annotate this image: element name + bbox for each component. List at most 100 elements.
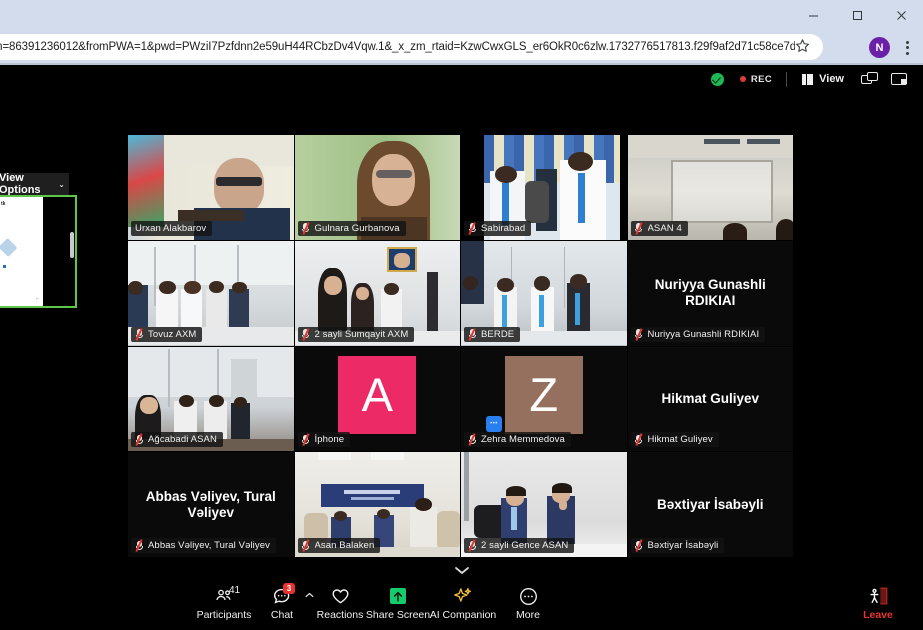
participant-name-badge: BERDE: [464, 326, 521, 342]
leave-door-icon: [867, 586, 889, 606]
participant-tile[interactable]: ASAN 4: [627, 135, 793, 240]
participant-tile[interactable]: Bəxtiyar İsabəyli Bəxtiyar İsabəyli: [627, 452, 793, 557]
mic-muted-icon: [468, 221, 477, 235]
participant-name-badge: Bəxtiyar İsabəyli: [630, 538, 725, 553]
share-screen-label: Share Screen: [365, 609, 431, 621]
participant-tile[interactable]: Urxan Alakbarov: [128, 135, 294, 240]
more-label: More: [516, 609, 540, 621]
browser-titlebar: [0, 0, 923, 30]
mic-muted-icon: [468, 539, 477, 552]
participant-name-badge: Gulnara Gurbanova: [297, 220, 406, 236]
reactions-button[interactable]: Reactions: [311, 586, 369, 621]
avatar-initial: A: [338, 355, 417, 434]
ai-companion-button[interactable]: AI Companion: [427, 586, 499, 621]
collapse-grid-chevron-icon[interactable]: [0, 562, 923, 578]
address-bar[interactable]: 62676/join?omn=86391236012&fromPWA=1&pwd…: [0, 34, 823, 60]
leave-button[interactable]: Leave: [853, 586, 903, 621]
participant-tile[interactable]: Z Zehra Memmedova: [461, 346, 627, 452]
participant-name-badge: Tovuz AXM: [131, 326, 203, 342]
participant-name-badge: Hikmat Guliyev: [630, 432, 719, 448]
record-dot-icon: [739, 76, 746, 82]
participant-tile[interactable]: Sabirabad: [461, 135, 627, 240]
minimize-window-icon[interactable]: [861, 72, 879, 86]
participant-name-badge: ASAN 4: [630, 220, 688, 236]
participant-name: Zehra Memmedova: [481, 434, 565, 446]
participant-tile[interactable]: 2 sayli Sumqayit AXM: [294, 240, 460, 346]
view-options-label: View Options: [0, 172, 41, 196]
chevron-down-icon: ⌄: [58, 179, 65, 189]
participant-name: Sabirabad: [481, 222, 526, 234]
profile-avatar[interactable]: N: [869, 37, 890, 58]
shared-doc-dot: [3, 265, 6, 268]
participant-name-badge: Zehra Memmedova: [464, 432, 571, 448]
participant-display-name: Abbas Vəliyev, Tural Vəliyev: [145, 488, 276, 520]
participant-name-badge: Sabirabad: [464, 220, 532, 236]
recording-indicator[interactable]: REC: [739, 73, 773, 85]
participant-name-badge: Nuriyya Gunashli RDIKIAI: [630, 326, 766, 342]
window-minimize-button[interactable]: [791, 0, 835, 30]
shared-document-preview: tk ⌐: [0, 197, 43, 306]
mic-muted-icon: [302, 433, 311, 447]
recording-label: REC: [750, 73, 773, 85]
view-button[interactable]: View: [802, 73, 844, 85]
exit-fullscreen-icon[interactable]: [891, 72, 909, 86]
participant-name-badge: İphone: [297, 432, 351, 448]
participant-tile[interactable]: Ağcabadi ASAN: [128, 346, 294, 452]
more-button[interactable]: More: [499, 586, 557, 621]
reactions-label: Reactions: [316, 609, 364, 621]
participant-tile[interactable]: Abbas Vəliyev, Tural Vəliyev Abbas Vəliy…: [128, 452, 294, 557]
mic-muted-icon: [135, 539, 144, 552]
participant-name: Gulnara Gurbanova: [314, 222, 400, 234]
participant-grid: Urxan Alakbarov Gulnara Gurbanova Sabira…: [128, 135, 793, 557]
window-close-button[interactable]: [879, 0, 923, 30]
share-screen-icon: [390, 586, 406, 606]
participant-name: 2 sayli Sumqayit AXM: [314, 328, 409, 340]
more-dots-icon: [519, 586, 538, 606]
participant-tile[interactable]: Nuriyya Gunashli RDIKIAI Nuriyya Gunashl…: [627, 240, 793, 346]
participant-tile[interactable]: BERDE: [461, 240, 627, 346]
participant-tile[interactable]: Hikmat Guliyev Hikmat Guliyev: [627, 346, 793, 452]
shared-doc-text: tk: [1, 201, 6, 207]
mic-muted-icon: [468, 327, 477, 341]
meeting-controls-bar: 41 Participants 3 Chat Reactions Share S…: [0, 582, 923, 630]
participant-name: Urxan Alakbarov: [135, 222, 207, 234]
participant-name: Bəxtiyar İsabəyli: [647, 540, 719, 551]
mic-muted-icon: [635, 327, 644, 341]
mic-muted-icon: [135, 327, 144, 341]
kebab-menu-icon[interactable]: [897, 37, 917, 58]
shared-panel-scrollbar[interactable]: [70, 232, 74, 258]
shared-screen-panel[interactable]: tk ⌐: [0, 195, 77, 308]
participant-name: Hikmat Guliyev: [647, 434, 713, 446]
star-icon[interactable]: [795, 38, 813, 56]
participant-tile[interactable]: Gulnara Gurbanova: [294, 135, 460, 240]
participants-count: 41: [229, 585, 241, 596]
participants-label: Participants: [196, 609, 252, 621]
participant-tile[interactable]: A İphone: [294, 346, 460, 452]
participant-tile[interactable]: 2 sayli Gence ASAN: [461, 452, 627, 557]
participant-display-name: Nuriyya Gunashli RDIKIAI: [654, 276, 766, 309]
participant-name-badge: Urxan Alakbarov: [131, 220, 213, 236]
participant-display-name: Bəxtiyar İsabəyli: [656, 496, 764, 512]
participant-name: ASAN 4: [647, 222, 682, 234]
tile-overflow-badge[interactable]: •••: [486, 416, 502, 432]
participant-name-badge: Abbas Vəliyev, Tural Vəliyev: [131, 538, 276, 553]
view-button-label: View: [819, 73, 844, 85]
mic-muted-icon: [302, 539, 311, 552]
shield-check-icon[interactable]: [710, 72, 724, 86]
participant-name: Ağcabadi ASAN: [148, 434, 217, 446]
chat-label: Chat: [270, 609, 294, 621]
participants-button[interactable]: 41 Participants: [195, 585, 253, 621]
participant-name: 2 sayli Gence ASAN: [481, 540, 569, 551]
participant-tile[interactable]: Tovuz AXM: [128, 240, 294, 346]
participant-name: BERDE: [481, 328, 515, 340]
participant-tile[interactable]: Asan Balaken: [294, 452, 460, 557]
mic-muted-icon: [302, 327, 311, 341]
shared-doc-corner-mark: ⌐: [36, 296, 39, 302]
address-bar-url[interactable]: 62676/join?omn=86391236012&fromPWA=1&pwd…: [0, 41, 795, 53]
view-options-button[interactable]: View Options ⌄: [0, 172, 69, 196]
window-maximize-button[interactable]: [835, 0, 879, 30]
meeting-top-bar: REC View: [0, 65, 923, 93]
share-screen-button[interactable]: Share Screen: [365, 586, 431, 621]
chat-button[interactable]: 3 Chat: [253, 583, 314, 621]
shared-doc-shape: [0, 237, 18, 258]
